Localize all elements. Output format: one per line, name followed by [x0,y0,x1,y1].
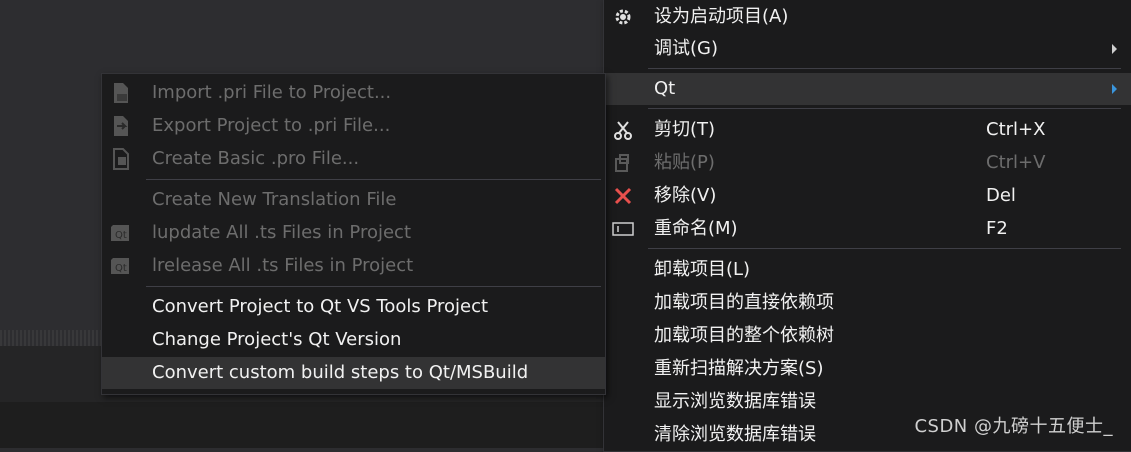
svg-text:Qt: Qt [115,230,127,241]
menu-item-unload[interactable]: 卸载项目(L) [604,254,1131,286]
menu-item-import-pri[interactable]: Import .pri File to Project... [102,77,605,109]
separator [648,248,1121,249]
menu-item-rescan[interactable]: 重新扫描解决方案(S) [604,353,1131,385]
menu-label: Create Basic .pro File... [152,148,360,169]
menu-label: lupdate All .ts Files in Project [152,222,411,243]
menu-item-load-tree[interactable]: 加载项目的整个依赖树 [604,320,1131,352]
menu-label: Export Project to .pri File... [152,115,391,136]
menu-item-change-version[interactable]: Change Project's Qt Version [102,324,605,356]
submenu-arrow-icon [1112,84,1117,94]
menu-label: Change Project's Qt Version [152,329,402,350]
menu-label: 剪切(T) [654,119,716,140]
menu-label: Create New Translation File [152,189,397,210]
menu-label: Import .pri File to Project... [152,82,392,103]
menu-item-set-startup[interactable]: 设为启动项目(A) [604,1,1131,33]
separator [648,68,1121,69]
menu-label: 显示浏览数据库错误 [654,391,816,412]
menu-item-export-pri[interactable]: Export Project to .pri File... [102,110,605,142]
menu-label: 清除浏览数据库错误 [654,424,816,445]
rename-icon [612,218,634,240]
shortcut-label: Ctrl+V [986,152,1046,173]
svg-text:Qt: Qt [115,263,127,274]
menu-item-convert-project[interactable]: Convert Project to Qt VS Tools Project [102,291,605,323]
menu-label: 重新扫描解决方案(S) [654,358,824,379]
menu-label: 设为启动项目(A) [654,6,789,27]
menu-item-lupdate[interactable]: Qt lupdate All .ts Files in Project [102,217,605,249]
menu-label: 重命名(M) [654,218,738,239]
separator [146,179,601,180]
status-area [0,402,610,448]
qt-submenu: Import .pri File to Project... Export Pr… [101,73,606,395]
project-context-menu: 设为启动项目(A) 调试(G) Qt 剪切(T) Ctrl+X 粘贴(P) Ct… [603,0,1131,452]
menu-label: Convert custom build steps to Qt/MSBuild [152,362,529,383]
menu-label: Qt [654,78,676,99]
menu-label: 卸载项目(L) [654,259,751,280]
menu-label: 加载项目的直接依赖项 [654,292,834,313]
import-file-icon [110,82,132,104]
qt-logo-icon: Qt [110,255,132,277]
menu-label: 粘贴(P) [654,152,715,173]
menu-item-qt[interactable]: Qt [604,73,1131,105]
menu-item-debug[interactable]: 调试(G) [604,33,1131,65]
shortcut-label: Ctrl+X [986,119,1046,140]
menu-label: Convert Project to Qt VS Tools Project [152,296,489,317]
new-file-icon [110,148,132,170]
menu-item-lrelease[interactable]: Qt lrelease All .ts Files in Project [102,250,605,282]
separator [648,108,1121,109]
shortcut-label: Del [986,185,1016,206]
menu-label: 调试(G) [654,38,718,59]
menu-item-paste[interactable]: 粘贴(P) Ctrl+V [604,147,1131,179]
menu-item-create-pro[interactable]: Create Basic .pro File... [102,143,605,175]
shortcut-label: F2 [986,218,1008,239]
close-icon [612,185,634,207]
menu-label: 加载项目的整个依赖树 [654,325,834,346]
menu-item-cut[interactable]: 剪切(T) Ctrl+X [604,114,1131,146]
submenu-arrow-icon [1112,44,1117,54]
watermark: CSDN @九磅十五便士_ [914,416,1113,437]
export-file-icon [110,115,132,137]
separator [146,286,601,287]
menu-item-convert-build-steps[interactable]: Convert custom build steps to Qt/MSBuild [102,357,605,389]
scissors-icon [612,119,634,141]
menu-item-remove[interactable]: 移除(V) Del [604,180,1131,212]
menu-item-rename[interactable]: 重命名(M) F2 [604,213,1131,245]
gear-icon [612,6,634,28]
menu-item-load-direct[interactable]: 加载项目的直接依赖项 [604,287,1131,319]
qt-logo-icon: Qt [110,222,132,244]
menu-label: 移除(V) [654,185,717,206]
menu-item-create-translation[interactable]: Create New Translation File [102,184,605,216]
clipboard-icon [612,152,634,174]
menu-label: lrelease All .ts Files in Project [152,255,414,276]
